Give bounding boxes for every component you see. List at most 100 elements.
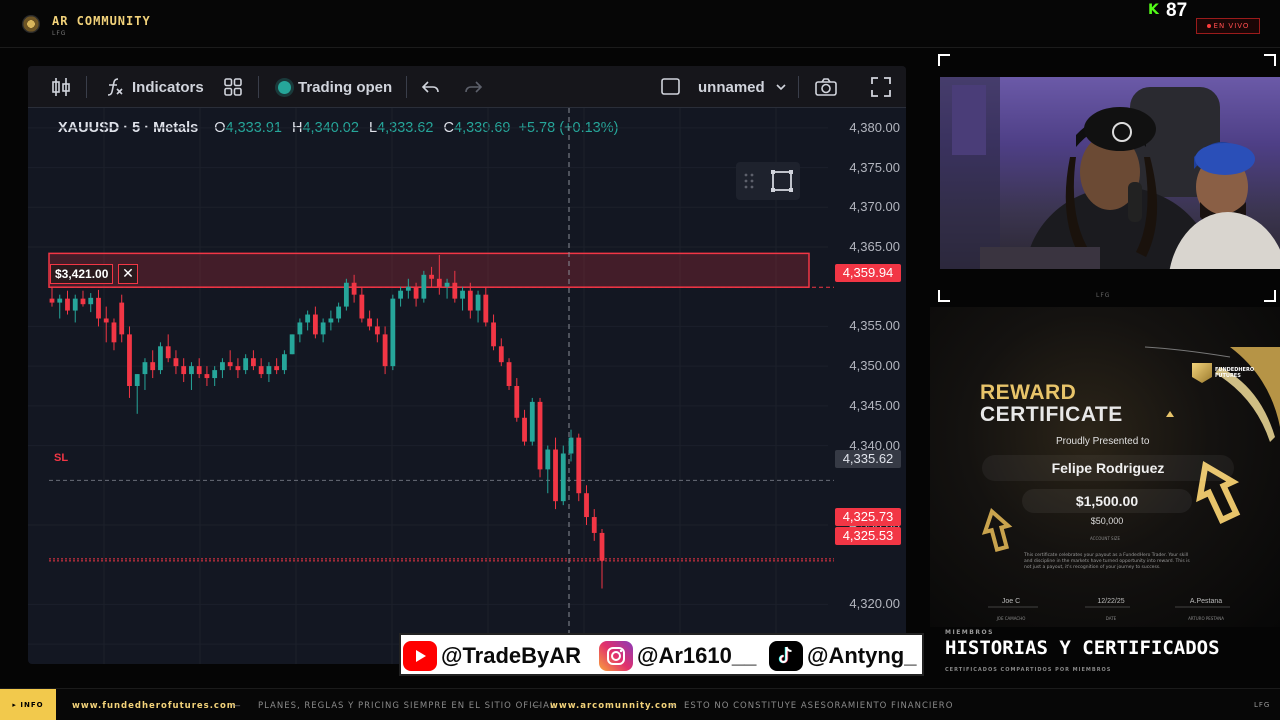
candle-body [142,362,148,375]
chart-toolbar: Indicators Trading open unnamed [28,66,906,108]
toolbar-divider [86,76,87,98]
alert-close-icon[interactable]: ✕ [118,264,138,284]
drag-handle-icon[interactable] [744,172,754,190]
candle-body [475,294,481,311]
candle-body [599,532,605,561]
candle-body [436,278,442,287]
section-sub: CERTIFICADOS COMPARTIDOS POR MIEMBROS [945,667,1112,673]
candle-body [584,493,589,518]
redo-button[interactable] [462,74,484,100]
ticker-item-2: PLANES, REGLAS Y PRICING SIEMPRE EN EL S… [258,701,556,711]
frame-corner [1264,54,1276,66]
cert-presented-text: Proudly Presented to [1056,436,1150,447]
youtube-handle-text: @TradeByAR [441,643,582,668]
candle-body [367,318,373,327]
cert-signature-2: A.Pestana [1189,598,1223,605]
candle-body [96,297,101,319]
indicators-button[interactable]: Indicators [104,74,204,100]
webcam-video [940,77,1280,269]
candle-body [189,366,194,375]
drawing-toolbar[interactable] [736,162,800,200]
cert-brand: FUNDEDHERO FUTURES [1215,367,1255,379]
webcam-sub: LFG [1096,292,1111,299]
candle-body [80,298,86,305]
stop-loss-price-tag: 4,335.62 [835,450,901,468]
youtube-handle[interactable]: @TradeByAR [403,639,581,673]
candle-body [390,298,396,367]
price-axis-tick: 4,320.00 [849,596,900,612]
candle-body [243,358,249,371]
kick-icon: K [1148,2,1159,18]
candle-body [328,318,334,323]
candle-body [351,282,357,295]
ticker-separator: — [532,701,542,711]
candle-body [258,366,264,375]
candle-body [452,282,458,299]
candle-body [498,346,504,363]
candles-icon [52,78,70,96]
candle-body [444,282,450,287]
candle-body [382,334,388,367]
ticker-separator: — [668,701,678,711]
price-axis-tick: 4,345.00 [849,397,900,413]
candle-body [514,386,520,418]
price-axis-tick: 4,365.00 [849,239,900,254]
section-title: HISTORIAS Y CERTIFICADOS [945,637,1220,659]
candle-body [506,362,512,386]
stop-loss-label[interactable]: SL [54,452,68,464]
brand-name: AR COMMUNITY [52,14,151,28]
brand-sub: LFG [52,30,67,37]
tiktok-handle-text: @Antyng_ [807,643,917,668]
chart-panel[interactable]: Indicators Trading open unnamed XAUUSD ·… [28,66,906,664]
live-dot-icon [1206,24,1211,28]
bottom-ticker: ▸ INFO www.fundedherofutures.com — PLANE… [0,688,1280,720]
frame-corner [938,290,950,302]
ticker-end: LFG [1254,701,1271,709]
undo-button[interactable] [420,74,442,100]
cert-account-label: ACCOUNT SIZE [1090,536,1121,541]
toolbar-divider [798,76,799,98]
candle-body [173,358,179,367]
price-axis-tick: 4,380.00 [849,119,900,135]
candle-body [522,417,527,442]
candle-body [65,298,70,311]
price-axis-tick: 4,350.00 [849,358,900,374]
tiktok-handle[interactable]: @Antyng_ [769,639,916,673]
fullscreen-icon [871,77,891,97]
cert-signature-1: Joe C [1001,598,1021,605]
candle-body [560,453,566,502]
trading-status-label: Trading open [298,78,393,96]
chart-type-button[interactable] [50,74,72,100]
candle-body [165,346,171,359]
candle-body [467,290,473,311]
candle-body [196,366,202,375]
last-secondary-price-tag: 4,325.53 [835,527,901,545]
ticker-item-1: www.fundedherofutures.com [72,701,237,711]
ticker-item-4: ESTO NO CONSTITUYE ASESORAMIENTO FINANCI… [684,701,954,711]
candle-body [281,354,287,371]
candle-body [421,274,427,299]
candle-body [491,322,496,347]
viewer-count: 87 [1166,0,1188,21]
trading-status-button[interactable]: Trading open [278,74,392,100]
candle-body [405,286,411,291]
cert-account-size: $50,000 [1090,516,1124,526]
fullscreen-button[interactable] [870,74,892,100]
layout-button[interactable]: unnamed [660,74,787,100]
candle-body [127,334,132,386]
instagram-handle[interactable]: @Ar1610__ [599,639,756,673]
cert-signer-1: JOE CAMACHO [996,616,1026,621]
candle-body [181,366,187,375]
brand-logo-icon [22,15,40,33]
candle-body [374,326,380,335]
ticker-separator: — [232,701,242,711]
templates-button[interactable] [222,74,244,100]
cert-body-text: This certificate celebrates your payout … [1024,553,1190,570]
rectangle-tool-icon[interactable] [770,169,794,193]
alert-price-label[interactable]: $3,421.00 [50,264,114,284]
candle-body [576,437,582,494]
toolbar-divider [406,76,407,98]
undo-icon [421,81,439,93]
snapshot-button[interactable] [814,74,838,100]
candle-body [158,346,163,371]
